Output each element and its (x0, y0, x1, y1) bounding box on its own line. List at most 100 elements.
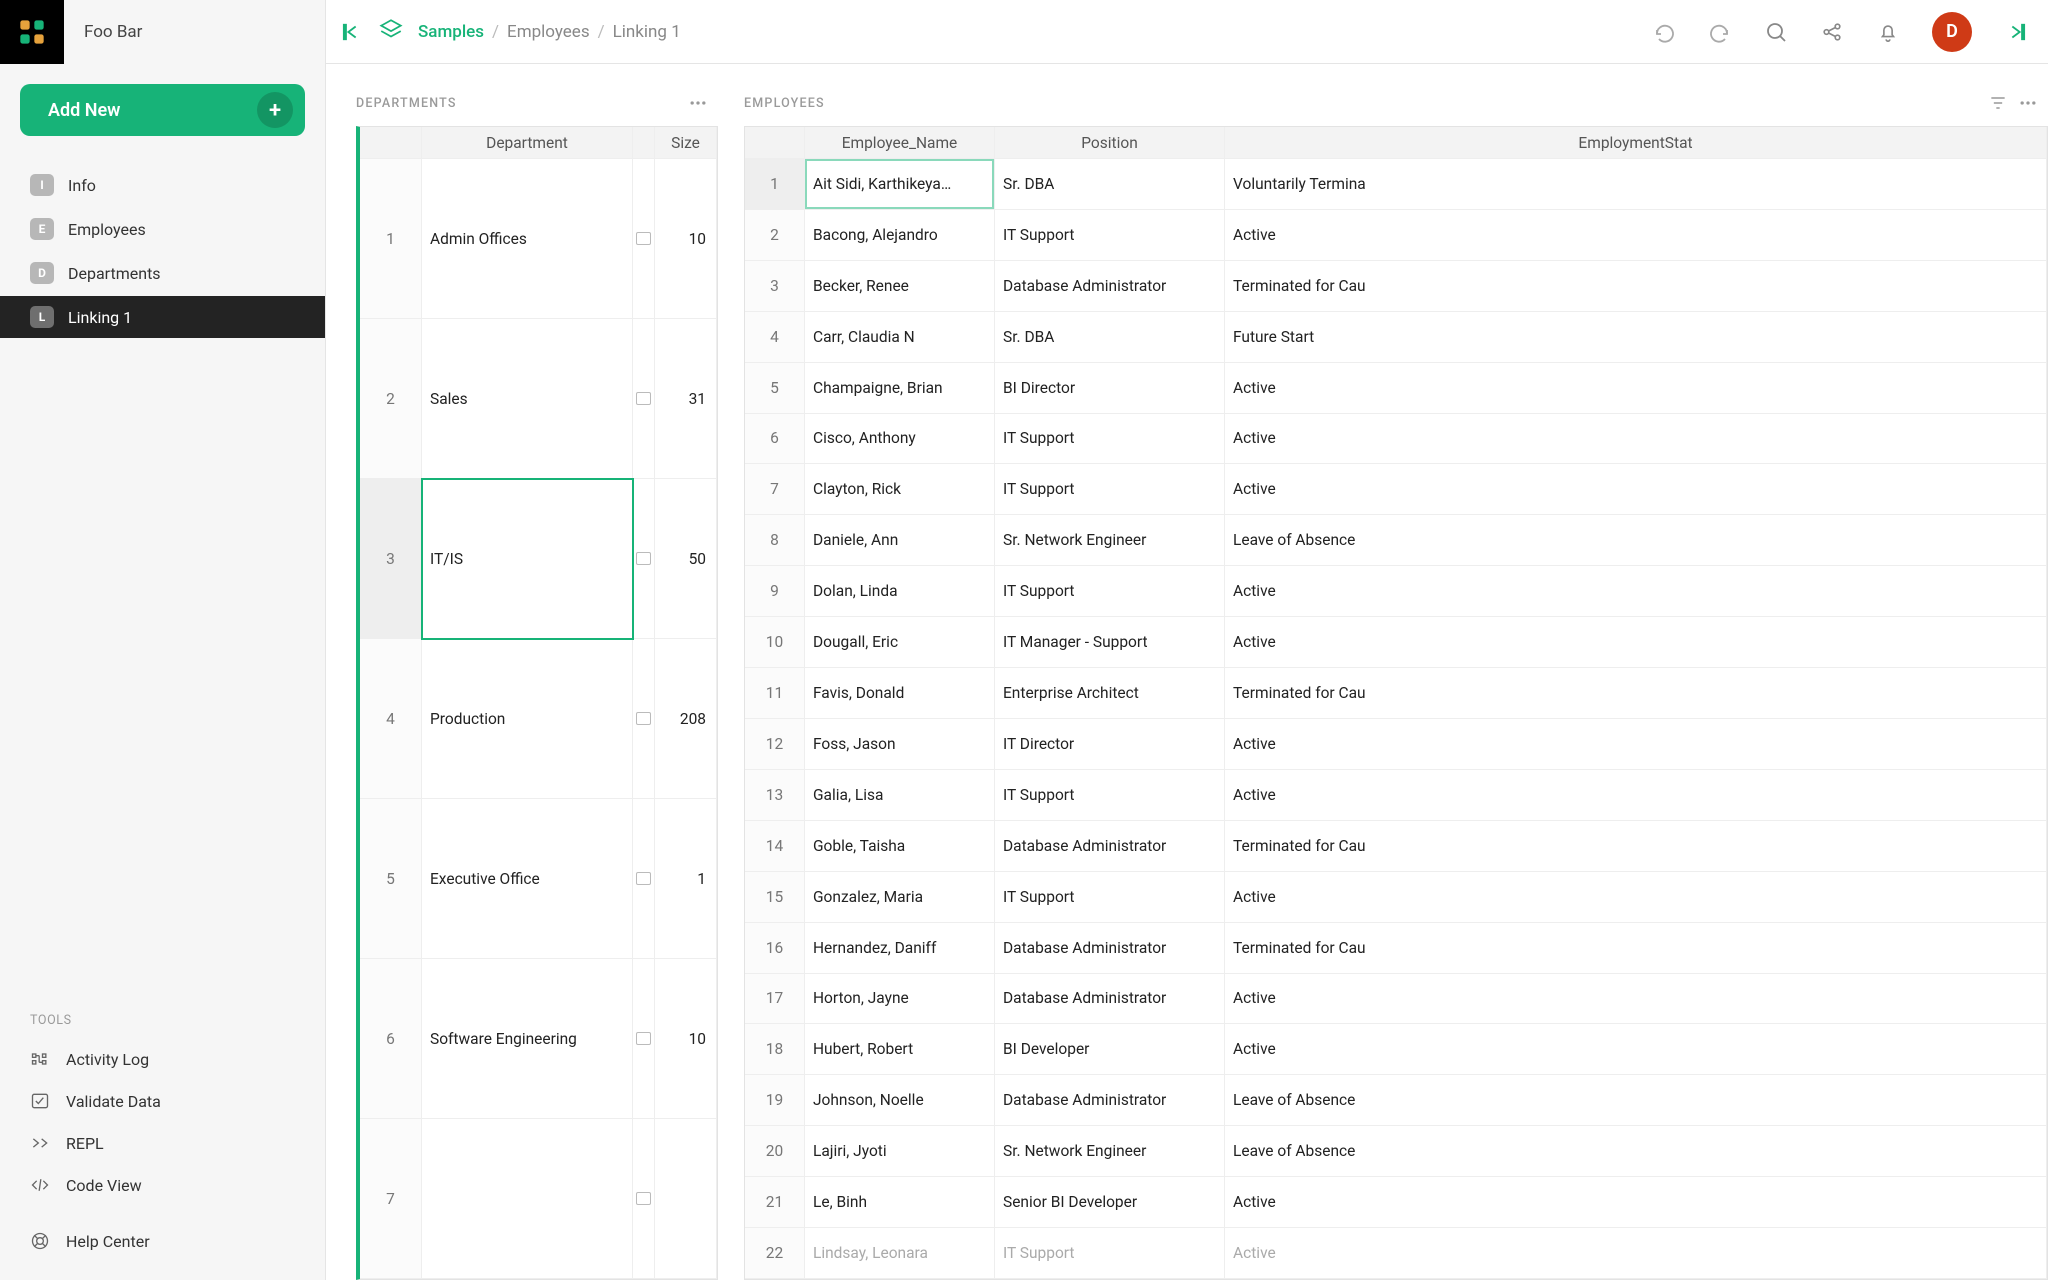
row-number[interactable]: 5 (745, 363, 805, 414)
row-number[interactable]: 21 (745, 1177, 805, 1228)
row-number[interactable]: 11 (745, 668, 805, 719)
cell-position[interactable]: Database Administrator (995, 821, 1225, 872)
sidebar-item-info[interactable]: IInfo (0, 164, 325, 206)
row-number[interactable]: 5 (360, 799, 422, 959)
cell-position[interactable]: IT Manager - Support (995, 617, 1225, 668)
cell-employee-name[interactable]: Bacong, Alejandro (805, 210, 995, 261)
col-header-department[interactable]: Department (422, 127, 633, 159)
cell-position[interactable]: IT Support (995, 210, 1225, 261)
cell-department[interactable]: Software Engineering (422, 959, 633, 1119)
cell-employee-name[interactable]: Favis, Donald (805, 668, 995, 719)
tool-repl[interactable]: REPL (0, 1122, 325, 1164)
row-number[interactable]: 1 (360, 159, 422, 319)
ref-icon[interactable] (633, 959, 655, 1119)
cell-position[interactable]: Enterprise Architect (995, 668, 1225, 719)
undo-icon[interactable] (1652, 20, 1676, 44)
col-header-size[interactable]: Size (655, 127, 717, 159)
col-header-employee-name[interactable]: Employee_Name (805, 127, 995, 159)
cell-department[interactable]: Production (422, 639, 633, 799)
cell-position[interactable]: IT Support (995, 414, 1225, 465)
ref-icon[interactable] (633, 319, 655, 479)
row-number[interactable]: 2 (745, 210, 805, 261)
cell-size[interactable]: 50 (655, 479, 717, 639)
cell-employee-name[interactable]: Cisco, Anthony (805, 414, 995, 465)
row-number[interactable]: 7 (360, 1119, 422, 1279)
cell-status[interactable]: Terminated for Cau (1225, 261, 2047, 312)
cell-employee-name[interactable]: Johnson, Noelle (805, 1075, 995, 1126)
cell-employee-name[interactable]: Becker, Renee (805, 261, 995, 312)
row-number[interactable]: 7 (745, 464, 805, 515)
cell-position[interactable]: IT Support (995, 872, 1225, 923)
cell-position[interactable]: BI Developer (995, 1024, 1225, 1075)
cell-position[interactable]: IT Support (995, 464, 1225, 515)
cell-position[interactable]: Database Administrator (995, 261, 1225, 312)
ref-icon[interactable] (633, 1119, 655, 1279)
cell-size[interactable] (655, 1119, 717, 1279)
breadcrumb-item-1[interactable]: Employees (507, 22, 590, 42)
table-row[interactable]: 21Le, BinhSenior BI DeveloperActive (745, 1177, 2047, 1228)
cell-size[interactable]: 1 (655, 799, 717, 959)
employees-grid[interactable]: Employee_NamePositionEmploymentStat1Ait … (744, 126, 2048, 1280)
ref-icon[interactable] (633, 159, 655, 319)
cell-status[interactable]: Active (1225, 617, 2047, 668)
search-icon[interactable] (1764, 20, 1788, 44)
cell-department[interactable]: IT/IS (422, 479, 633, 639)
tool-activity-log[interactable]: Activity Log (0, 1038, 325, 1080)
row-number[interactable]: 19 (745, 1075, 805, 1126)
cell-employee-name[interactable]: Ait Sidi, Karthikeya… (805, 159, 995, 210)
table-row[interactable]: 20Lajiri, JyotiSr. Network EngineerLeave… (745, 1126, 2047, 1177)
table-row[interactable]: 13Galia, LisaIT SupportActive (745, 770, 2047, 821)
row-number[interactable]: 13 (745, 770, 805, 821)
sidebar-item-linking-1[interactable]: LLinking 1 (0, 296, 325, 338)
table-row[interactable]: 17Horton, JayneDatabase AdministratorAct… (745, 974, 2047, 1025)
row-number[interactable]: 12 (745, 719, 805, 770)
table-row[interactable]: 16Hernandez, DaniffDatabase Administrato… (745, 923, 2047, 974)
row-number[interactable]: 6 (360, 959, 422, 1119)
table-row[interactable]: 1Admin Offices10 (360, 159, 717, 319)
row-number[interactable]: 3 (360, 479, 422, 639)
table-row[interactable]: 12Foss, JasonIT DirectorActive (745, 719, 2047, 770)
cell-status[interactable]: Active (1225, 770, 2047, 821)
cell-status[interactable]: Leave of Absence (1225, 1075, 2047, 1126)
cell-status[interactable]: Active (1225, 872, 2047, 923)
sidebar-item-departments[interactable]: DDepartments (0, 252, 325, 294)
cell-position[interactable]: IT Support (995, 566, 1225, 617)
row-number[interactable]: 4 (360, 639, 422, 799)
row-number[interactable]: 15 (745, 872, 805, 923)
ref-icon[interactable] (633, 639, 655, 799)
cell-position[interactable]: Sr. DBA (995, 312, 1225, 363)
row-number[interactable]: 4 (745, 312, 805, 363)
cell-status[interactable]: Active (1225, 363, 2047, 414)
cell-status[interactable]: Active (1225, 1228, 2047, 1279)
cell-size[interactable]: 10 (655, 959, 717, 1119)
breadcrumb-item-2[interactable]: Linking 1 (613, 22, 681, 42)
cell-position[interactable]: IT Support (995, 1228, 1225, 1279)
row-number[interactable]: 10 (745, 617, 805, 668)
table-row[interactable]: 19Johnson, NoelleDatabase AdministratorL… (745, 1075, 2047, 1126)
table-row[interactable]: 3Becker, ReneeDatabase AdministratorTerm… (745, 261, 2047, 312)
table-row[interactable]: 4Production 208 (360, 639, 717, 799)
employees-filter-icon[interactable] (1988, 93, 2008, 113)
ref-icon[interactable] (633, 799, 655, 959)
cell-status[interactable]: Terminated for Cau (1225, 923, 2047, 974)
cell-status[interactable]: Terminated for Cau (1225, 821, 2047, 872)
cell-position[interactable]: Senior BI Developer (995, 1177, 1225, 1228)
redo-icon[interactable] (1708, 20, 1732, 44)
row-number[interactable]: 6 (745, 414, 805, 465)
cell-size[interactable]: 208 (655, 639, 717, 799)
breadcrumb-root[interactable]: Samples (418, 22, 484, 42)
cell-position[interactable]: Database Administrator (995, 923, 1225, 974)
row-number[interactable]: 18 (745, 1024, 805, 1075)
table-row[interactable]: 2Sales31 (360, 319, 717, 479)
expand-right-panel-icon[interactable] (2004, 20, 2028, 44)
table-row[interactable]: 7Clayton, RickIT SupportActive (745, 464, 2047, 515)
cell-employee-name[interactable]: Goble, Taisha (805, 821, 995, 872)
row-number[interactable]: 17 (745, 974, 805, 1025)
cell-size[interactable]: 10 (655, 159, 717, 319)
table-row[interactable]: 7 (360, 1119, 717, 1279)
cell-status[interactable]: Active (1225, 974, 2047, 1025)
cell-employee-name[interactable]: Dolan, Linda (805, 566, 995, 617)
row-number[interactable]: 9 (745, 566, 805, 617)
table-row[interactable]: 3IT/IS50 (360, 479, 717, 639)
row-number[interactable]: 20 (745, 1126, 805, 1177)
